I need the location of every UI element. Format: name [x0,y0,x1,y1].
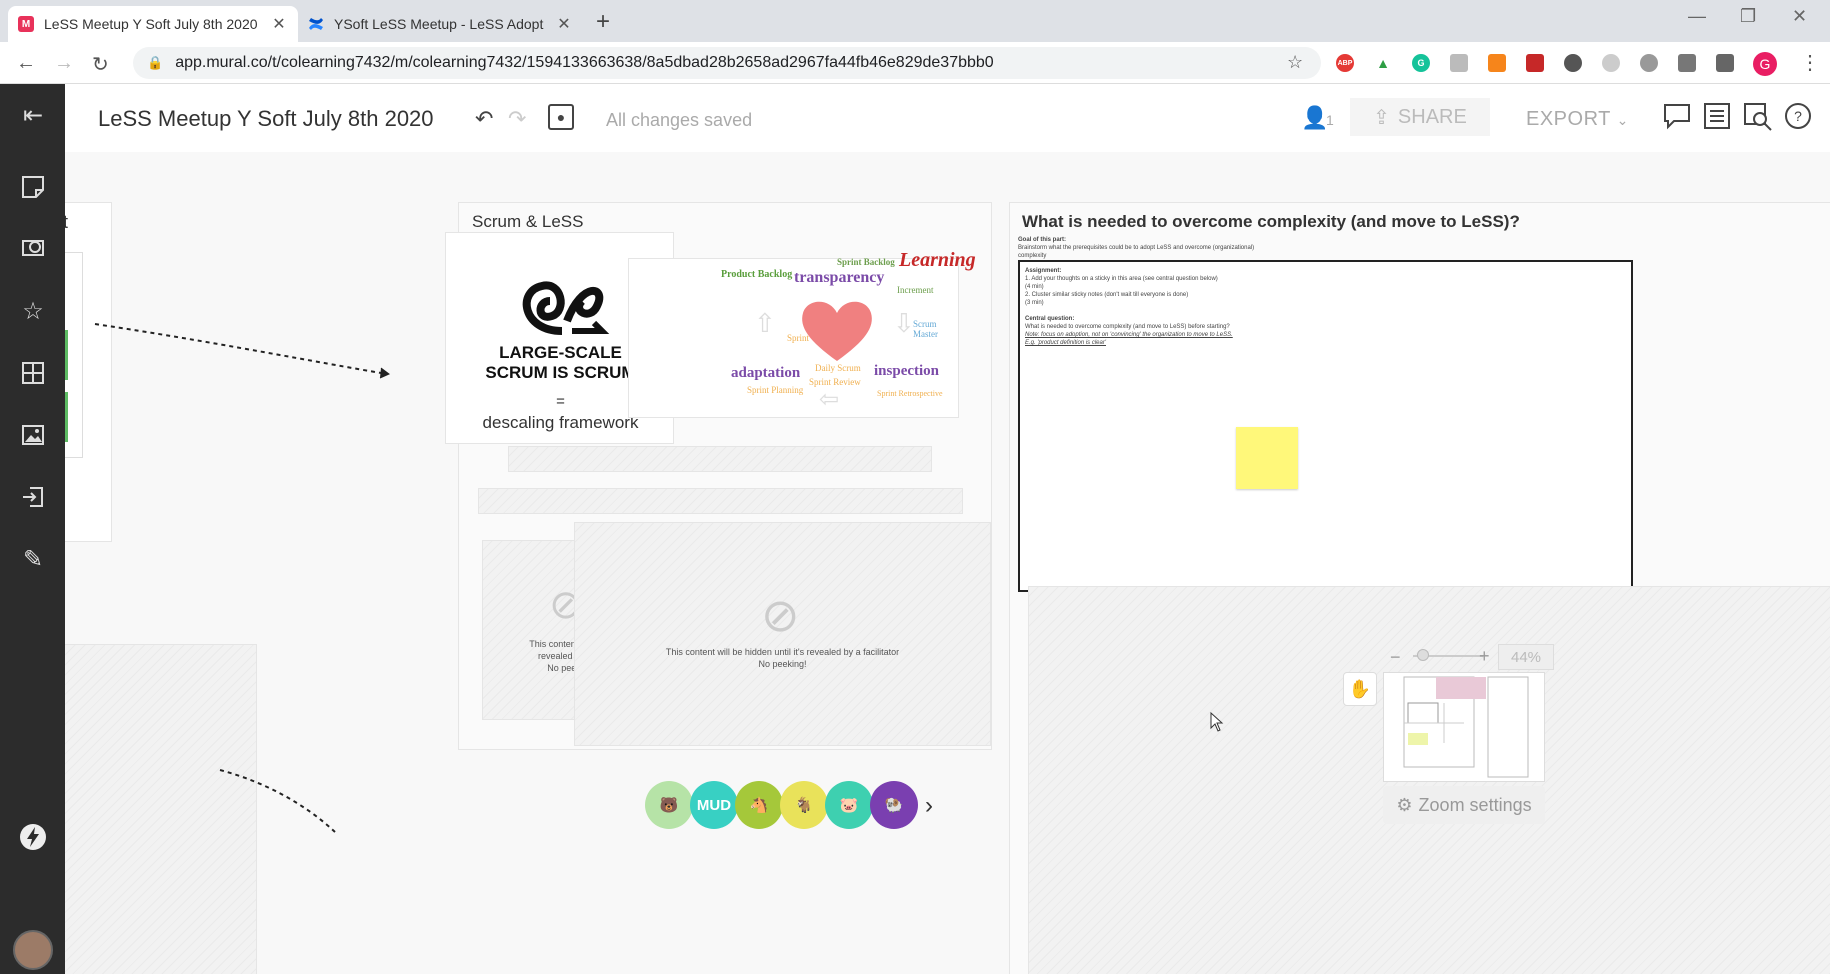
lightning-icon[interactable] [18,822,48,852]
minimize-icon[interactable]: — [1688,6,1706,27]
image-icon[interactable] [18,420,48,450]
chevron-down-icon: ⌄ [1616,112,1629,128]
metamask-extension-icon[interactable] [1488,54,1506,72]
confluence-favicon-icon [308,16,324,32]
camera-extension-icon[interactable] [1678,54,1696,72]
redo-icon[interactable]: ↷ [508,106,526,132]
minimap[interactable] [1383,672,1545,782]
face-extension-icon[interactable] [1640,54,1658,72]
lock-icon: 🔒 [147,55,164,70]
collaborator-bear-avatar[interactable]: 🐻 [645,781,693,829]
tab-label: LeSS Meetup Y Soft July 8th 2020 [44,16,258,32]
zoom-settings-button[interactable]: ⚙ Zoom settings [1383,786,1545,824]
user-count: 1 [1326,112,1335,128]
save-status: All changes saved [606,110,753,130]
briefcase-extension-icon[interactable] [1450,54,1468,72]
close-tab-icon[interactable]: ✕ [555,14,573,34]
pencil-draw-icon[interactable]: ✎ [18,544,48,574]
collaborator-horse-avatar[interactable]: 🐴 [735,781,783,829]
chevron-right-icon[interactable]: › [925,792,933,820]
mural-header: LeSS Meetup Y Soft July 8th 2020 ↶ ↷ ● A… [65,84,1830,152]
share-label: SHARE [1397,105,1467,128]
collaborator-pig-avatar[interactable]: 🐷 [825,781,873,829]
browser-menu-icon[interactable]: ⋮ [1800,50,1820,75]
bookmark-star-icon[interactable]: ☆ [1287,52,1303,73]
mural-title[interactable]: LeSS Meetup Y Soft July 8th 2020 [98,106,434,132]
mural-canvas[interactable]: t Scrum & LeSS LARGE-SCALE SCRUM IS SCRU… [65,152,1830,974]
restore-icon[interactable]: ❐ [1740,6,1756,27]
minimap-drawing [1403,676,1529,778]
link-extension-icon[interactable] [1602,54,1620,72]
share-icon: ⇪ [1373,106,1390,129]
zoom-settings-label: Zoom settings [1418,794,1532,815]
back-icon[interactable]: ← [16,52,36,75]
collaborator-mud-avatar[interactable]: MUD [690,781,738,829]
search-icon[interactable] [1743,102,1773,138]
profile-avatar[interactable]: G [1753,52,1777,76]
undo-icon[interactable]: ↶ [475,106,493,132]
collapse-sidebar-icon[interactable]: ⇤ [18,100,48,130]
mural-favicon-icon: M [18,16,34,32]
templates-grid-icon[interactable] [18,358,48,388]
comments-icon[interactable] [1662,102,1692,136]
puzzle-extensions-icon[interactable] [1716,54,1734,72]
export-label: EXPORT [1526,108,1611,130]
export-button[interactable]: EXPORT ⌄ [1526,108,1629,131]
user-count-icon[interactable]: 👤 [1301,105,1329,131]
collaborator-goat-avatar[interactable]: 🐐 [780,781,828,829]
share-button[interactable]: ⇪ SHARE [1350,98,1490,136]
feedly-extension-icon[interactable]: ▲ [1374,54,1392,72]
zoom-out-button[interactable]: − [1390,647,1401,668]
browser-tab-mural[interactable]: M LeSS Meetup Y Soft July 8th 2020 ✕ [8,6,298,42]
user-avatar[interactable] [13,930,53,970]
close-tab-icon[interactable]: ✕ [270,14,288,34]
collaborator-ram-avatar[interactable]: 🐏 [870,781,918,829]
close-window-icon[interactable]: ✕ [1792,6,1807,27]
zoom-percentage[interactable]: 44% [1498,644,1554,670]
zoom-in-button[interactable]: + [1479,646,1490,667]
zoom-slider-handle[interactable] [1417,649,1429,661]
outline-list-icon[interactable] [1703,102,1731,136]
hand-tool-icon[interactable]: ✋ [1343,672,1377,706]
forward-icon[interactable]: → [54,52,74,75]
icons-star-icon[interactable]: ☆ [18,296,48,326]
outline-icon[interactable]: ● [548,104,574,130]
address-bar[interactable]: 🔒 app.mural.co/t/colearning7432/m/colear… [133,47,1321,79]
gear-icon: ⚙ [1396,794,1413,815]
svg-text:?: ? [1794,108,1802,124]
browser-toolbar: ← → ↻ 🔒 app.mural.co/t/colearning7432/m/… [0,42,1830,84]
import-icon[interactable] [18,482,48,512]
circle-extension-icon[interactable] [1564,54,1582,72]
adblock-extension-icon[interactable]: ABP [1336,54,1354,72]
url-text: app.mural.co/t/colearning7432/m/colearni… [175,54,994,71]
browser-tabbar: M LeSS Meetup Y Soft July 8th 2020 ✕ YSo… [0,0,1830,42]
tab-label: YSoft LeSS Meetup - LeSS Adopt [334,16,544,32]
mural-sidebar: ⇤ ☆ ✎ [0,84,65,974]
help-icon[interactable]: ? [1784,102,1812,136]
sticky-note-icon[interactable] [18,172,48,202]
browser-tab-confluence[interactable]: YSoft LeSS Meetup - LeSS Adopt ✕ [298,6,583,42]
reload-icon[interactable]: ↻ [92,52,109,77]
pdf-extension-icon[interactable] [1526,54,1544,72]
new-tab-icon[interactable]: + [596,8,610,36]
connector-lines [94,323,390,833]
grammarly-extension-icon[interactable]: G [1412,54,1430,72]
framework-icon[interactable] [18,234,48,264]
mouse-cursor-icon [1210,712,1224,732]
